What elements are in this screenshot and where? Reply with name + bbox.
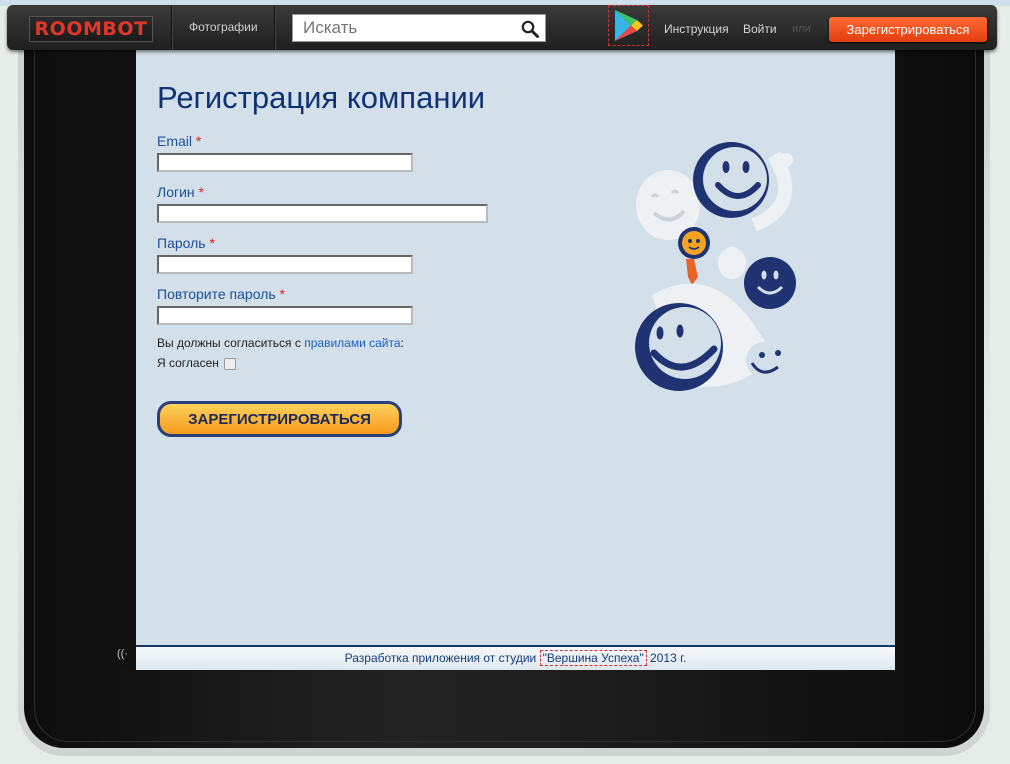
agree-row: Я согласен [157, 356, 237, 370]
terms-notice: Вы должны согласиться с правилами сайта: [157, 336, 404, 350]
signal-icon: ((· [117, 648, 128, 660]
studio-link[interactable]: "Вершина Успеха" [539, 650, 647, 666]
page-title: Регистрация компании [157, 80, 486, 115]
search-input[interactable] [293, 15, 528, 41]
search-icon[interactable] [521, 20, 539, 38]
top-navbar: ROOMBOT Фотографии Инструкция Войти или … [7, 5, 997, 50]
google-play-link[interactable] [608, 5, 649, 46]
roombot-logo[interactable]: ROOMBOT [29, 16, 153, 42]
nav-instructions-link[interactable]: Инструкция [664, 22, 729, 36]
nav-divider [274, 5, 276, 50]
register-submit-button[interactable]: ЗАРЕГИСТРИРОВАТЬСЯ [157, 401, 402, 437]
search-box [292, 14, 546, 42]
terms-link[interactable]: правилами сайта [304, 336, 400, 350]
agree-checkbox[interactable] [224, 357, 237, 370]
password-field[interactable] [157, 255, 413, 274]
email-label: Email * [157, 133, 202, 149]
registration-page: Регистрация компании Email * Логин * Пар… [136, 50, 895, 645]
nav-photos-link[interactable]: Фотографии [189, 20, 258, 34]
register-top-button[interactable]: Зарегистрироваться [829, 17, 987, 42]
email-field[interactable] [157, 153, 413, 172]
repeat-password-field[interactable] [157, 306, 413, 325]
nav-divider [171, 5, 173, 50]
google-play-icon [615, 10, 643, 41]
repeat-password-label: Повторите пароль * [157, 286, 285, 302]
nav-login-link[interactable]: Войти [743, 22, 777, 36]
nav-or-text: или [792, 23, 811, 35]
login-field[interactable] [157, 204, 488, 223]
agree-label: Я согласен [157, 356, 219, 370]
password-label: Пароль * [157, 235, 215, 251]
footer: Разработка приложения от студии "Вершина… [136, 645, 895, 670]
login-label: Логин * [157, 184, 204, 200]
smiley-faces-illustration [635, 142, 796, 391]
